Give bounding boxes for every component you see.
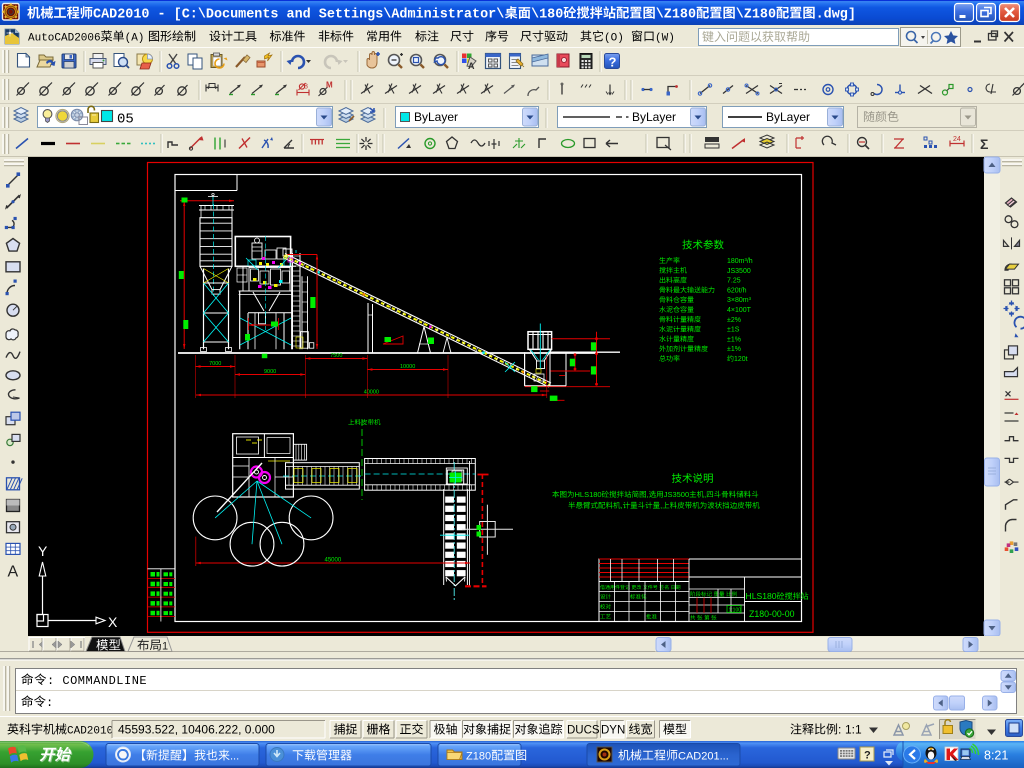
svg-text:7500: 7500 (330, 353, 342, 359)
svg-text:±2%: ±2% (727, 317, 741, 324)
svg-text:3×80m³: 3×80m³ (727, 297, 752, 304)
svg-text:,: , (660, 501, 662, 510)
svg-text:10000: 10000 (400, 364, 415, 370)
svg-text:X: X (108, 614, 118, 630)
svg-text:8: 8 (304, 84, 308, 91)
svg-text:±1%: ±1% (727, 346, 741, 353)
svg-text:Z180: Z180 (466, 751, 491, 763)
svg-text:ByLayer: ByLayer (766, 110, 810, 124)
svg-text:A: A (468, 61, 475, 71)
svg-text:,: , (704, 490, 706, 499)
svg-text:180m³/h: 180m³/h (727, 258, 753, 265)
svg-text:CAD2010 - [C:\Documents and Se: CAD2010 - [C:\Documents and Settings\Adm… (93, 8, 504, 23)
svg-text:A: A (8, 564, 19, 581)
svg-text:7000: 7000 (209, 361, 221, 367)
svg-text:45593.522, 10406.222, 0.000: 45593.522, 10406.222, 0.000 (118, 723, 275, 737)
svg-text:CAD201...: CAD201... (678, 751, 729, 763)
svg-text:,: , (647, 490, 649, 499)
svg-text:±1S: ±1S (727, 327, 740, 334)
svg-text:AutoCAD2006: AutoCAD2006 (28, 33, 101, 45)
svg-text:...: ... (230, 751, 239, 763)
svg-text:±1%: ±1% (727, 336, 741, 343)
svg-text:M: M (326, 81, 333, 90)
svg-text:HLS180: HLS180 (746, 591, 777, 601)
svg-text:?: ? (864, 750, 871, 762)
svg-text:\180: \180 (531, 8, 563, 23)
svg-text::: : (838, 723, 841, 737)
svg-text:1:1: 1:1 (845, 723, 862, 737)
svg-text:8:21: 8:21 (984, 749, 1008, 763)
svg-text:Σ: Σ (980, 136, 988, 152)
svg-text:ByLayer: ByLayer (414, 110, 458, 124)
svg-text:.dwg]: .dwg] (816, 8, 856, 23)
svg-text:HLS180: HLS180 (575, 490, 602, 499)
svg-text:4×100T: 4×100T (727, 307, 752, 314)
svg-text:Z180-00-00: Z180-00-00 (749, 609, 795, 619)
svg-text:DYN: DYN (601, 725, 625, 737)
svg-text:CAD2010: CAD2010 (67, 726, 113, 738)
svg-text:120t: 120t (734, 356, 748, 363)
svg-text:05: 05 (117, 112, 134, 128)
svg-text:(W): (W) (655, 33, 675, 45)
svg-text::: : (46, 696, 53, 710)
svg-text:(A): (A) (125, 33, 145, 45)
svg-text:24: 24 (953, 136, 961, 143)
svg-text:1:100: 1:100 (729, 608, 742, 614)
svg-text:9000: 9000 (264, 369, 276, 375)
svg-text:\Z180: \Z180 (656, 8, 696, 23)
svg-text:1: 1 (162, 641, 168, 653)
svg-text:?: ? (609, 55, 617, 70)
svg-text:,: , (621, 501, 623, 510)
svg-text:\Z180: \Z180 (736, 8, 776, 23)
svg-text:JS3500: JS3500 (727, 268, 751, 275)
svg-text:40000: 40000 (364, 390, 379, 396)
svg-text:620t/h: 620t/h (727, 287, 747, 294)
svg-text:45000: 45000 (325, 558, 342, 564)
svg-text:: COMMANDLINE: : COMMANDLINE (47, 674, 147, 688)
svg-text:JS3500: JS3500 (664, 490, 689, 499)
svg-text:(O): (O) (604, 33, 624, 45)
svg-text:ByLayer: ByLayer (632, 110, 676, 124)
svg-text:DUCS: DUCS (567, 725, 600, 737)
svg-text:Y: Y (38, 543, 48, 559)
svg-text:7.25: 7.25 (727, 278, 741, 285)
